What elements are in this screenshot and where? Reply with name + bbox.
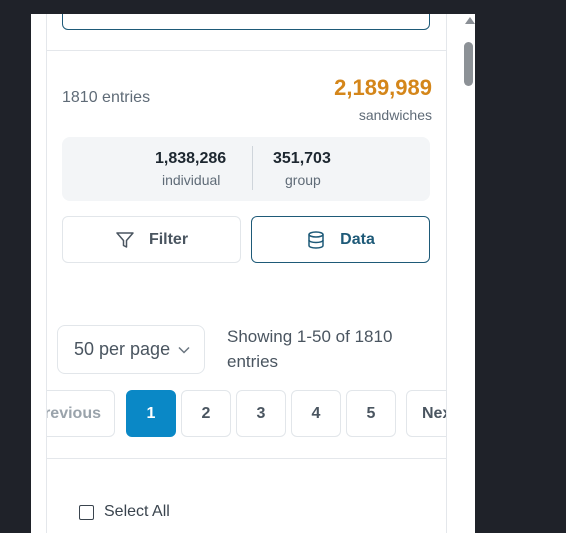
individual-label: individual [162, 172, 221, 188]
select-all-label: Select All [104, 503, 170, 520]
group-label: group [285, 172, 321, 188]
entries-count: 1810 entries [62, 89, 151, 106]
page-button-3[interactable]: 3 [236, 390, 286, 437]
section-divider [47, 50, 446, 51]
page-button-1[interactable]: 1 [126, 390, 176, 437]
per-page-value: 50 per page [74, 339, 171, 359]
top-card [62, 14, 430, 30]
scroll-thumb[interactable] [464, 42, 473, 86]
showing-line-1: Showing 1-50 of 1810 [227, 327, 393, 346]
individual-value: 1,838,286 [155, 150, 227, 167]
group-value: 351,703 [273, 150, 331, 167]
per-page-select[interactable]: 50 per page [57, 325, 205, 374]
showing-line-2: entries [227, 352, 279, 371]
page-button-4[interactable]: 4 [291, 390, 341, 437]
data-button[interactable]: Data [251, 216, 430, 263]
showing-text: Showing 1-50 of 1810 entries [227, 324, 427, 374]
sandwich-total: 2,189,989 [334, 75, 432, 100]
page-button-2[interactable]: 2 [181, 390, 231, 437]
scroll-up-arrow-icon[interactable] [465, 17, 475, 24]
section-divider [47, 458, 446, 459]
next-page-button[interactable]: Next [406, 390, 446, 437]
sandwich-label: sandwiches [358, 107, 432, 123]
stats-separator [252, 146, 253, 190]
filter-icon [115, 230, 135, 250]
filter-button[interactable]: Filter [62, 216, 241, 263]
detail-panel: 1810 entries 2,189,989 sandwiches 1,838,… [31, 14, 475, 533]
stats-box: 1,838,286 individual 351,703 group [62, 137, 430, 201]
filter-label: Filter [148, 230, 189, 248]
vertical-scrollbar[interactable] [462, 14, 475, 533]
select-all-checkbox[interactable] [79, 504, 94, 520]
page-button-5[interactable]: 5 [346, 390, 396, 437]
chevron-down-icon [178, 346, 190, 354]
database-icon [306, 230, 326, 250]
data-label: Data [340, 230, 375, 248]
select-all[interactable]: Select All [79, 503, 170, 521]
panel-content: 1810 entries 2,189,989 sandwiches 1,838,… [46, 14, 447, 533]
previous-page-button[interactable]: Previous [47, 390, 115, 437]
